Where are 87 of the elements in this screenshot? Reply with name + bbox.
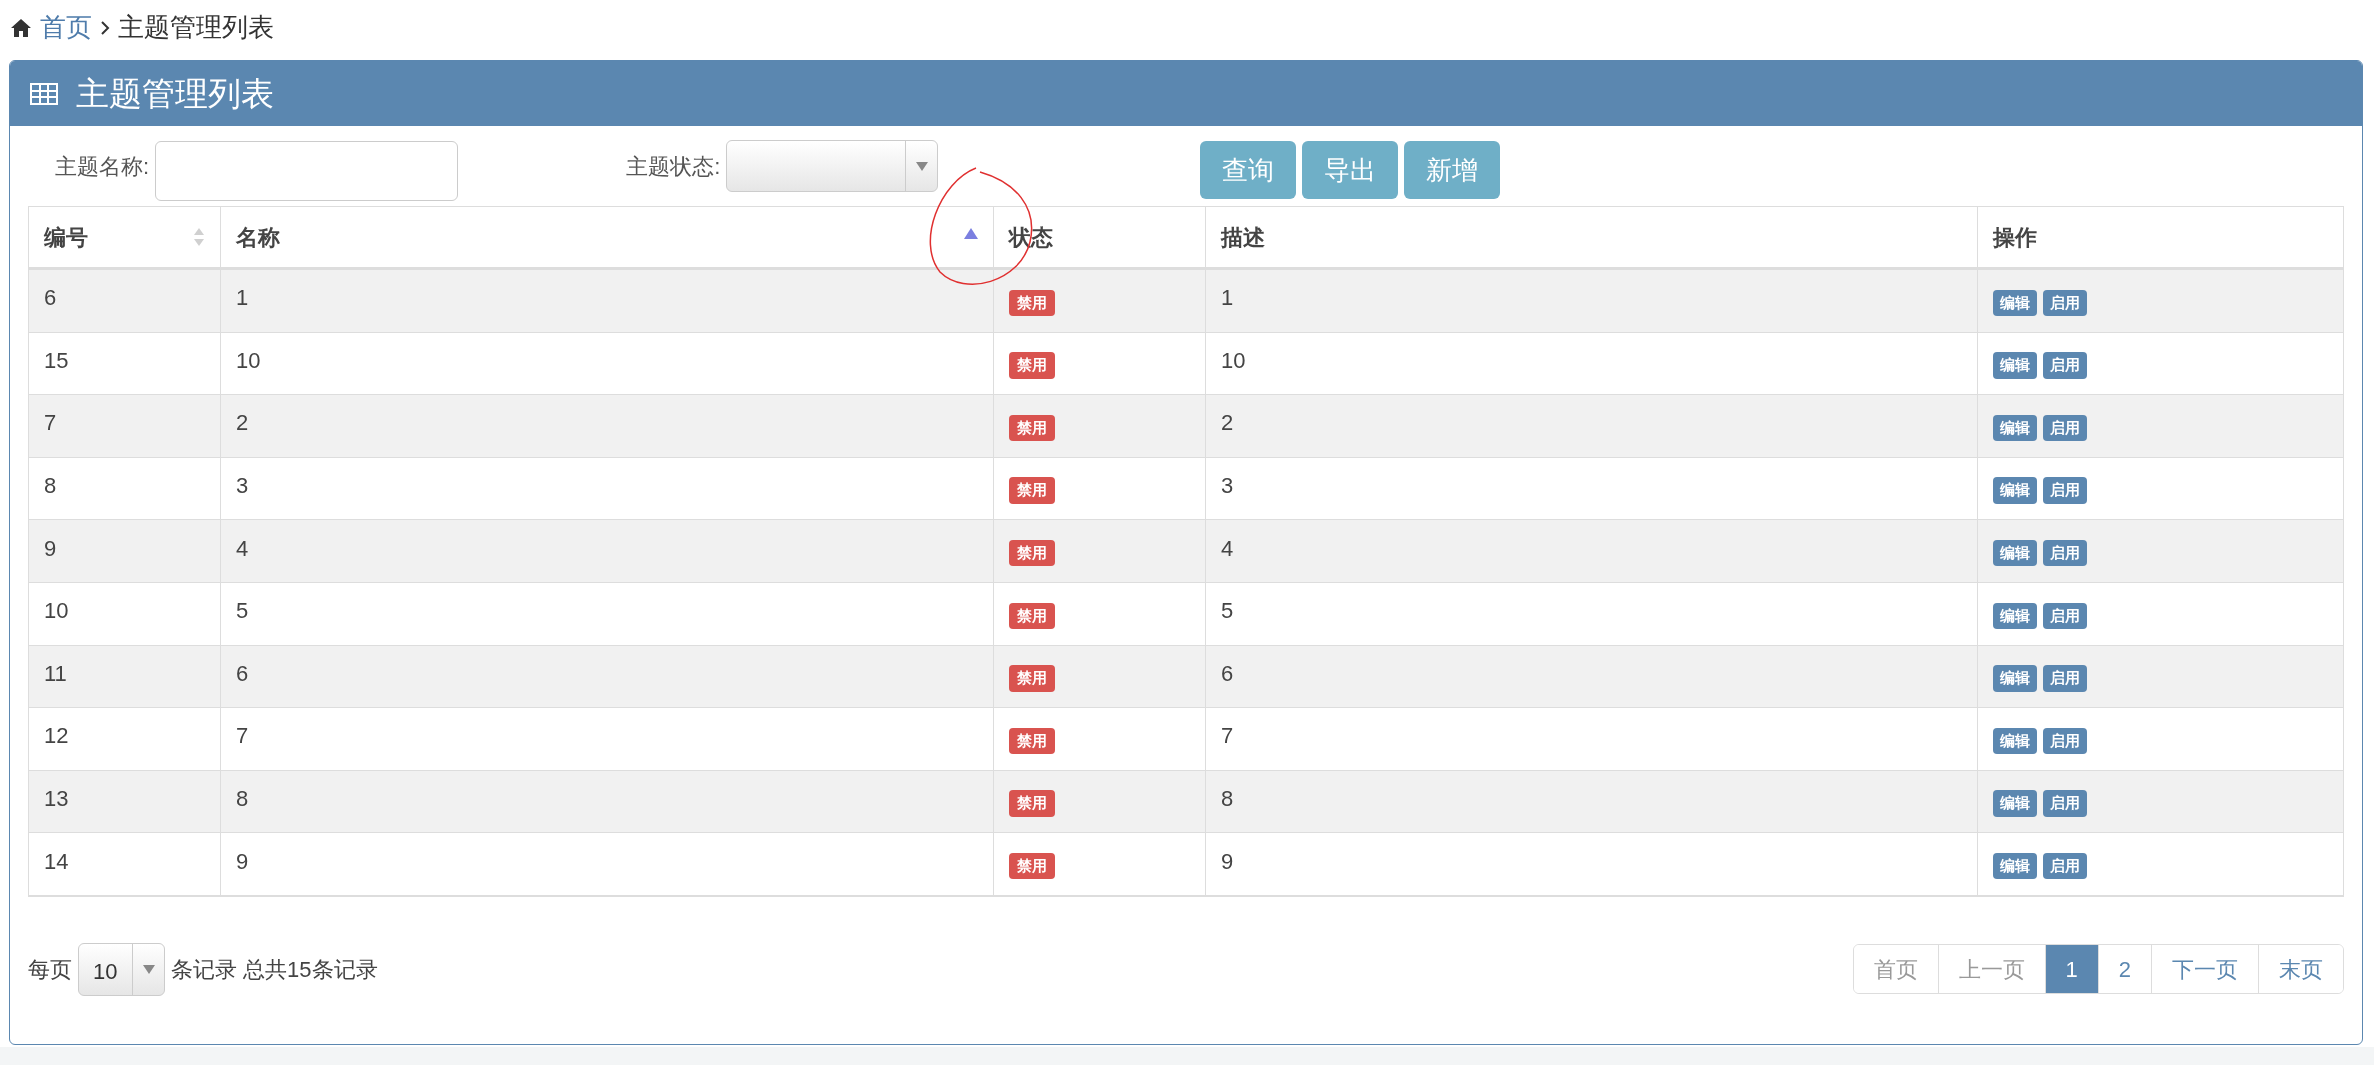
table-cell-text: 9 — [1221, 847, 1234, 876]
row-action-button[interactable]: 启用 — [2043, 289, 2087, 317]
row-action-button[interactable]: 启用 — [2043, 352, 2087, 379]
row-action-button[interactable]: 启用 — [2043, 477, 2087, 504]
row-action-button[interactable]: 编辑 — [1993, 289, 2037, 317]
table-cell-text: 8 — [44, 472, 57, 501]
panel-title: 主题管理列表 — [76, 73, 274, 114]
table-cell-text: 4 — [1221, 534, 1234, 563]
records-summary: 条记录 总共15条记录 — [171, 955, 378, 984]
table-cell-text: 2 — [1221, 409, 1234, 438]
table-cell-text: 10 — [236, 346, 261, 375]
filter-label: 主题名称: — [55, 152, 150, 181]
column-header: 状态 — [1009, 223, 1053, 252]
pagination-button[interactable]: 末页 — [2258, 945, 2343, 994]
table-cell-text: 6 — [44, 284, 57, 313]
pagination-button[interactable]: 1 — [2044, 945, 2098, 994]
table-cell-text: 1 — [1221, 284, 1234, 313]
table-cell-text: 3 — [236, 472, 249, 501]
table-cell-text: 7 — [1221, 722, 1234, 751]
row-action-button[interactable]: 编辑 — [1993, 602, 2037, 629]
status-badge: 禁用 — [1009, 852, 1055, 880]
action-button[interactable]: 查询 — [1200, 141, 1297, 199]
row-action-button[interactable]: 启用 — [2043, 727, 2087, 755]
table-cell-text: 13 — [44, 785, 69, 814]
table-cell-text: 1 — [236, 284, 249, 313]
status-badge: 禁用 — [1009, 539, 1055, 567]
row-action-button[interactable]: 编辑 — [1993, 790, 2037, 817]
table-cell-text: 10 — [44, 597, 69, 626]
row-action-button[interactable]: 启用 — [2043, 414, 2087, 442]
status-badge: 禁用 — [1009, 790, 1055, 817]
row-action-button[interactable]: 启用 — [2043, 665, 2087, 692]
table-cell-text: 11 — [44, 659, 67, 688]
column-header: 操作 — [1993, 223, 2037, 252]
row-action-button[interactable]: 编辑 — [1993, 352, 2037, 379]
status-badge: 禁用 — [1009, 414, 1055, 442]
breadcrumb-current: 主题管理列表 — [118, 11, 274, 44]
per-page-select[interactable]: 10 — [78, 942, 165, 996]
table-cell-text: 14 — [44, 847, 69, 876]
table-cell-text: 10 — [1221, 346, 1246, 375]
column-header: 名称 — [236, 223, 280, 252]
action-button[interactable]: 导出 — [1302, 141, 1399, 199]
caret-icon — [142, 964, 155, 974]
status-badge: 禁用 — [1009, 665, 1055, 692]
filter-label: 主题状态: — [626, 152, 721, 181]
caret-icon — [915, 161, 928, 171]
table-cell-text: 6 — [236, 659, 249, 688]
row-action-button[interactable]: 编辑 — [1993, 539, 2037, 567]
table-cell-text: 3 — [1221, 472, 1234, 501]
table-cell-text: 7 — [44, 409, 57, 438]
status-badge: 禁用 — [1009, 289, 1055, 317]
table-icon — [30, 82, 58, 105]
table-cell-text: 6 — [1221, 659, 1234, 688]
table-cell-text: 12 — [44, 722, 69, 751]
table-cell-text: 5 — [236, 597, 249, 626]
input-field[interactable] — [155, 141, 459, 201]
home-icon — [10, 17, 32, 38]
table-cell-text: 2 — [236, 409, 249, 438]
table-cell-text: 4 — [236, 534, 249, 563]
table-cell-text: 8 — [1221, 785, 1234, 814]
row-action-button[interactable]: 编辑 — [1993, 727, 2037, 755]
table-cell-text: 8 — [236, 785, 249, 814]
table-cell-text: 7 — [236, 722, 249, 751]
chevron-right-icon — [100, 19, 110, 36]
sort-ascending-icon[interactable] — [964, 227, 978, 239]
status-badge: 禁用 — [1009, 602, 1055, 629]
row-action-button[interactable]: 启用 — [2043, 602, 2087, 629]
status-badge: 禁用 — [1009, 727, 1055, 755]
row-action-button[interactable]: 编辑 — [1993, 414, 2037, 442]
row-action-button[interactable]: 启用 — [2043, 539, 2087, 567]
breadcrumb-link[interactable]: 首页 — [40, 8, 92, 47]
column-header: 描述 — [1221, 223, 1265, 252]
action-button[interactable]: 新增 — [1404, 141, 1501, 199]
status-select[interactable] — [726, 140, 939, 192]
table-cell-text: 9 — [44, 534, 57, 563]
table-cell-text: 9 — [236, 847, 249, 876]
status-badge: 禁用 — [1009, 352, 1055, 379]
row-action-button[interactable]: 编辑 — [1993, 477, 2037, 504]
table-cell-text: 15 — [44, 346, 69, 375]
status-badge: 禁用 — [1009, 477, 1055, 504]
per-page-label: 每页 — [28, 955, 72, 984]
column-header: 编号 — [44, 223, 88, 252]
row-action-button[interactable]: 编辑 — [1993, 665, 2037, 692]
row-action-button[interactable]: 启用 — [2043, 790, 2087, 817]
row-action-button[interactable]: 启用 — [2043, 852, 2087, 880]
row-action-button[interactable]: 编辑 — [1993, 852, 2037, 880]
table-cell-text: 5 — [1221, 597, 1234, 626]
sort-icon[interactable] — [193, 227, 205, 247]
